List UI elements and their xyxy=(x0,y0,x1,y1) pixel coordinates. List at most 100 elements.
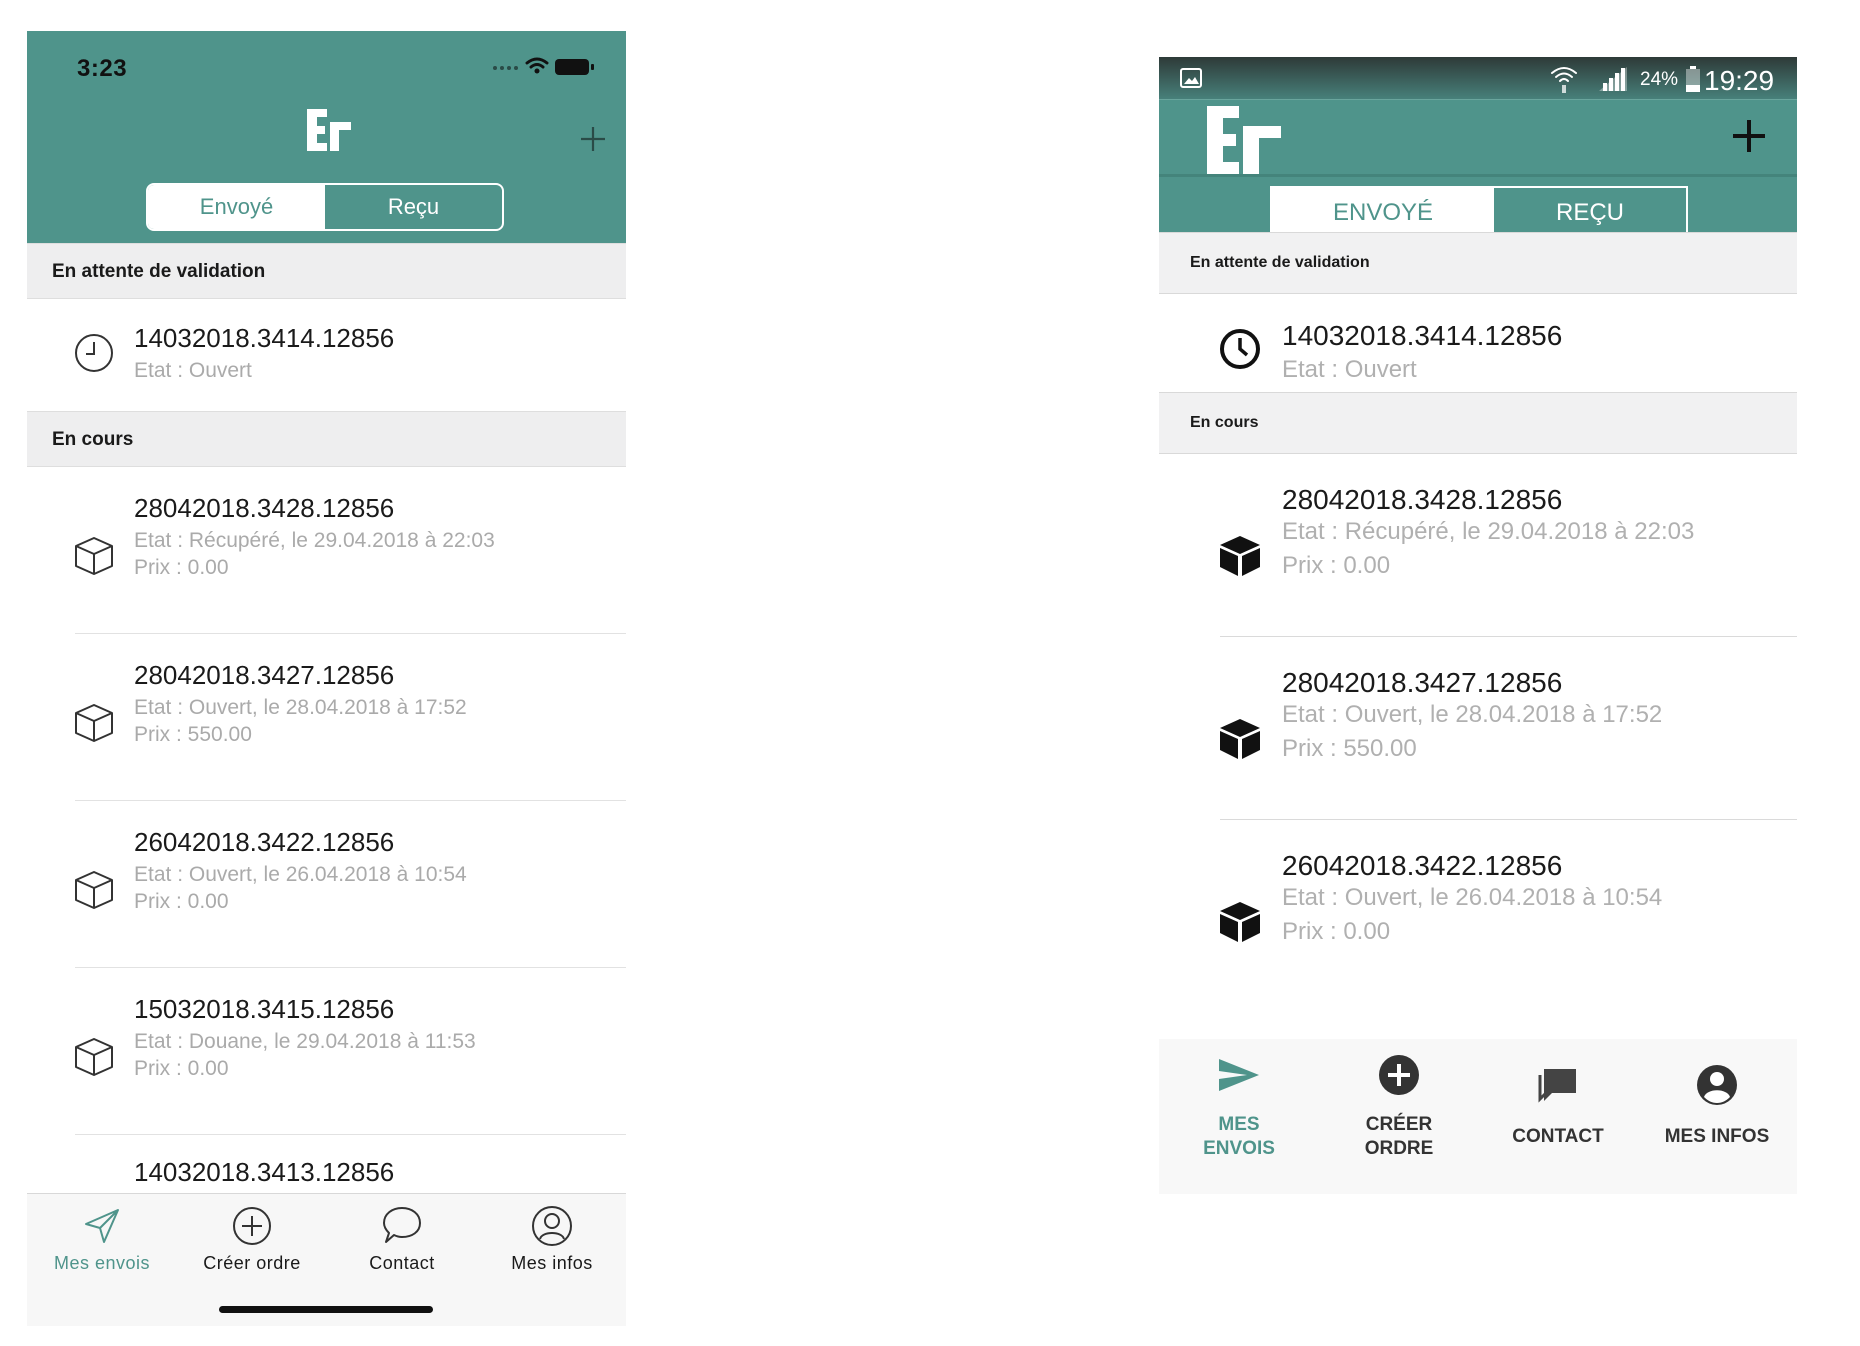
image-notification-icon xyxy=(1180,68,1202,88)
tab-creer-ordre[interactable]: Créer ordre xyxy=(177,1194,327,1294)
item-state: Etat : Ouvert, le 28.04.2018 à 17:52 xyxy=(134,696,467,719)
chat-icon xyxy=(1538,1069,1576,1103)
tab-mes-infos[interactable]: Mes infos xyxy=(477,1194,626,1294)
battery-icon xyxy=(555,59,589,75)
list-item[interactable]: 15032018.3415.12856 Etat : Douane, le 29… xyxy=(27,968,626,1134)
list-item[interactable]: 14032018.3413.12856 xyxy=(27,1135,626,1193)
item-state: Etat : Récupéré, le 29.04.2018 à 22:03 xyxy=(134,529,495,552)
clock-icon xyxy=(1220,329,1260,369)
item-price: Prix : 0.00 xyxy=(1282,918,1391,945)
add-icon[interactable] xyxy=(1727,114,1771,158)
package-icon xyxy=(1220,536,1260,576)
item-state: Etat : Ouvert, le 28.04.2018 à 17:52 xyxy=(1282,701,1663,728)
segmented-control: Envoyé Reçu xyxy=(146,183,504,231)
item-id: 28042018.3427.12856 xyxy=(1282,667,1563,698)
account-icon xyxy=(1697,1065,1737,1105)
section-header-in-progress: En cours xyxy=(1159,392,1797,454)
item-id: 14032018.3414.12856 xyxy=(1282,320,1563,351)
send-icon xyxy=(1219,1059,1259,1091)
package-icon xyxy=(75,1038,113,1076)
bottom-navigation: MES ENVOIS CRÉER ORDRE CONTACT MES INFOS xyxy=(1159,1039,1797,1194)
tab-mes-envois[interactable]: Mes envois xyxy=(27,1194,177,1294)
cell-signal-icon xyxy=(1599,67,1627,91)
status-icons xyxy=(493,57,594,75)
package-icon xyxy=(1220,902,1260,942)
section-header-in-progress: En cours xyxy=(27,411,626,467)
item-price: Prix : 550.00 xyxy=(1282,735,1417,762)
list-item[interactable]: 28042018.3427.12856 Etat : Ouvert, le 28… xyxy=(27,634,626,800)
user-icon xyxy=(532,1206,572,1246)
wifi-dot xyxy=(534,68,540,74)
tab-mes-envois[interactable]: MES ENVOIS xyxy=(1159,1039,1319,1194)
item-state: Etat : Ouvert xyxy=(134,359,252,382)
clock-icon xyxy=(75,334,113,372)
tab-label-line1: CRÉER xyxy=(1365,1114,1433,1135)
tab-label: Mes envois xyxy=(53,1253,151,1273)
add-icon[interactable] xyxy=(569,115,617,163)
wifi-icon xyxy=(1551,67,1577,93)
section-header-pending: En attente de validation xyxy=(1159,232,1797,294)
battery-icon xyxy=(1686,66,1700,92)
status-time: 19:29 xyxy=(1704,65,1775,96)
item-id: 28042018.3428.12856 xyxy=(134,493,395,523)
package-icon xyxy=(75,871,113,909)
item-price: Prix : 0.00 xyxy=(134,890,229,913)
tab-label: Mes infos xyxy=(511,1253,593,1273)
tab-sent[interactable]: ENVOYÉ xyxy=(1272,188,1494,237)
list-item[interactable]: 26042018.3422.12856 Etat : Ouvert, le 26… xyxy=(27,801,626,967)
tab-received[interactable]: REÇU xyxy=(1494,188,1686,237)
item-id: 28042018.3427.12856 xyxy=(134,660,395,690)
tab-label-line1: MES xyxy=(1218,1114,1260,1135)
list-item[interactable]: 28042018.3427.12856 Etat : Ouvert, le 28… xyxy=(1159,637,1797,819)
wifi-icon xyxy=(525,57,549,69)
tab-sent[interactable]: Envoyé xyxy=(148,185,325,229)
list-item[interactable]: 14032018.3414.12856 Etat : Ouvert xyxy=(27,299,626,399)
item-price: Prix : 0.00 xyxy=(134,556,229,579)
package-icon xyxy=(1220,719,1260,759)
item-state: Etat : Récupéré, le 29.04.2018 à 22:03 xyxy=(1282,518,1695,545)
tab-label-line2: ENVOIS xyxy=(1203,1138,1275,1159)
tab-received[interactable]: Reçu xyxy=(325,185,502,229)
ios-header: 3:23 Envoyé Reçu xyxy=(27,31,626,243)
add-circle-icon xyxy=(1379,1055,1419,1095)
battery-percent: 24% xyxy=(1640,69,1679,90)
tab-label: Créer ordre xyxy=(203,1253,301,1273)
signal-dots-icon xyxy=(493,66,518,70)
tab-label: MES INFOS xyxy=(1664,1126,1770,1147)
status-time: 3:23 xyxy=(77,55,128,82)
tab-label: CONTACT xyxy=(1512,1126,1604,1147)
app-bar-divider xyxy=(1159,174,1797,177)
list-item[interactable]: 14032018.3414.12856 Etat : Ouvert xyxy=(1159,294,1797,394)
item-state: Etat : Ouvert xyxy=(1282,356,1417,383)
app-logo-icon xyxy=(1207,106,1281,174)
list-item[interactable]: 28042018.3428.12856 Etat : Récupéré, le … xyxy=(1159,454,1797,636)
home-indicator[interactable] xyxy=(219,1306,433,1313)
chat-icon xyxy=(383,1207,421,1243)
package-icon xyxy=(75,537,113,575)
item-state: Etat : Ouvert, le 26.04.2018 à 10:54 xyxy=(134,863,467,886)
android-screen: 24% 19:29 ENVOYÉ REÇU En attente de vali… xyxy=(1159,57,1797,1194)
app-logo-icon xyxy=(307,109,351,151)
item-price: Prix : 0.00 xyxy=(1282,552,1391,579)
item-state: Etat : Ouvert, le 26.04.2018 à 10:54 xyxy=(1282,884,1663,911)
list-item[interactable]: 26042018.3422.12856 Etat : Ouvert, le 26… xyxy=(1159,820,1797,1002)
item-id: 14032018.3413.12856 xyxy=(134,1157,395,1187)
item-id: 15032018.3415.12856 xyxy=(134,994,395,1024)
item-id: 14032018.3414.12856 xyxy=(134,323,395,353)
item-price: Prix : 0.00 xyxy=(134,1057,229,1080)
package-icon xyxy=(75,704,113,742)
android-status-bar: 24% 19:29 xyxy=(1159,57,1797,99)
tab-mes-infos[interactable]: MES INFOS xyxy=(1637,1039,1797,1194)
item-id: 26042018.3422.12856 xyxy=(1282,850,1563,881)
ios-screen: 3:23 Envoyé Reçu En attente de validatio… xyxy=(27,31,626,1326)
item-id: 26042018.3422.12856 xyxy=(134,827,395,857)
tab-contact[interactable]: CONTACT xyxy=(1478,1039,1638,1194)
tab-creer-ordre[interactable]: CRÉER ORDRE xyxy=(1319,1039,1479,1194)
tab-label: Contact xyxy=(369,1253,435,1273)
status-right: 24% 19:29 xyxy=(1549,61,1789,96)
list-item[interactable]: 28042018.3428.12856 Etat : Récupéré, le … xyxy=(27,467,626,633)
section-header-pending: En attente de validation xyxy=(27,243,626,299)
item-id: 28042018.3428.12856 xyxy=(1282,484,1563,515)
tab-contact[interactable]: Contact xyxy=(327,1194,477,1294)
item-state: Etat : Douane, le 29.04.2018 à 11:53 xyxy=(134,1030,476,1053)
